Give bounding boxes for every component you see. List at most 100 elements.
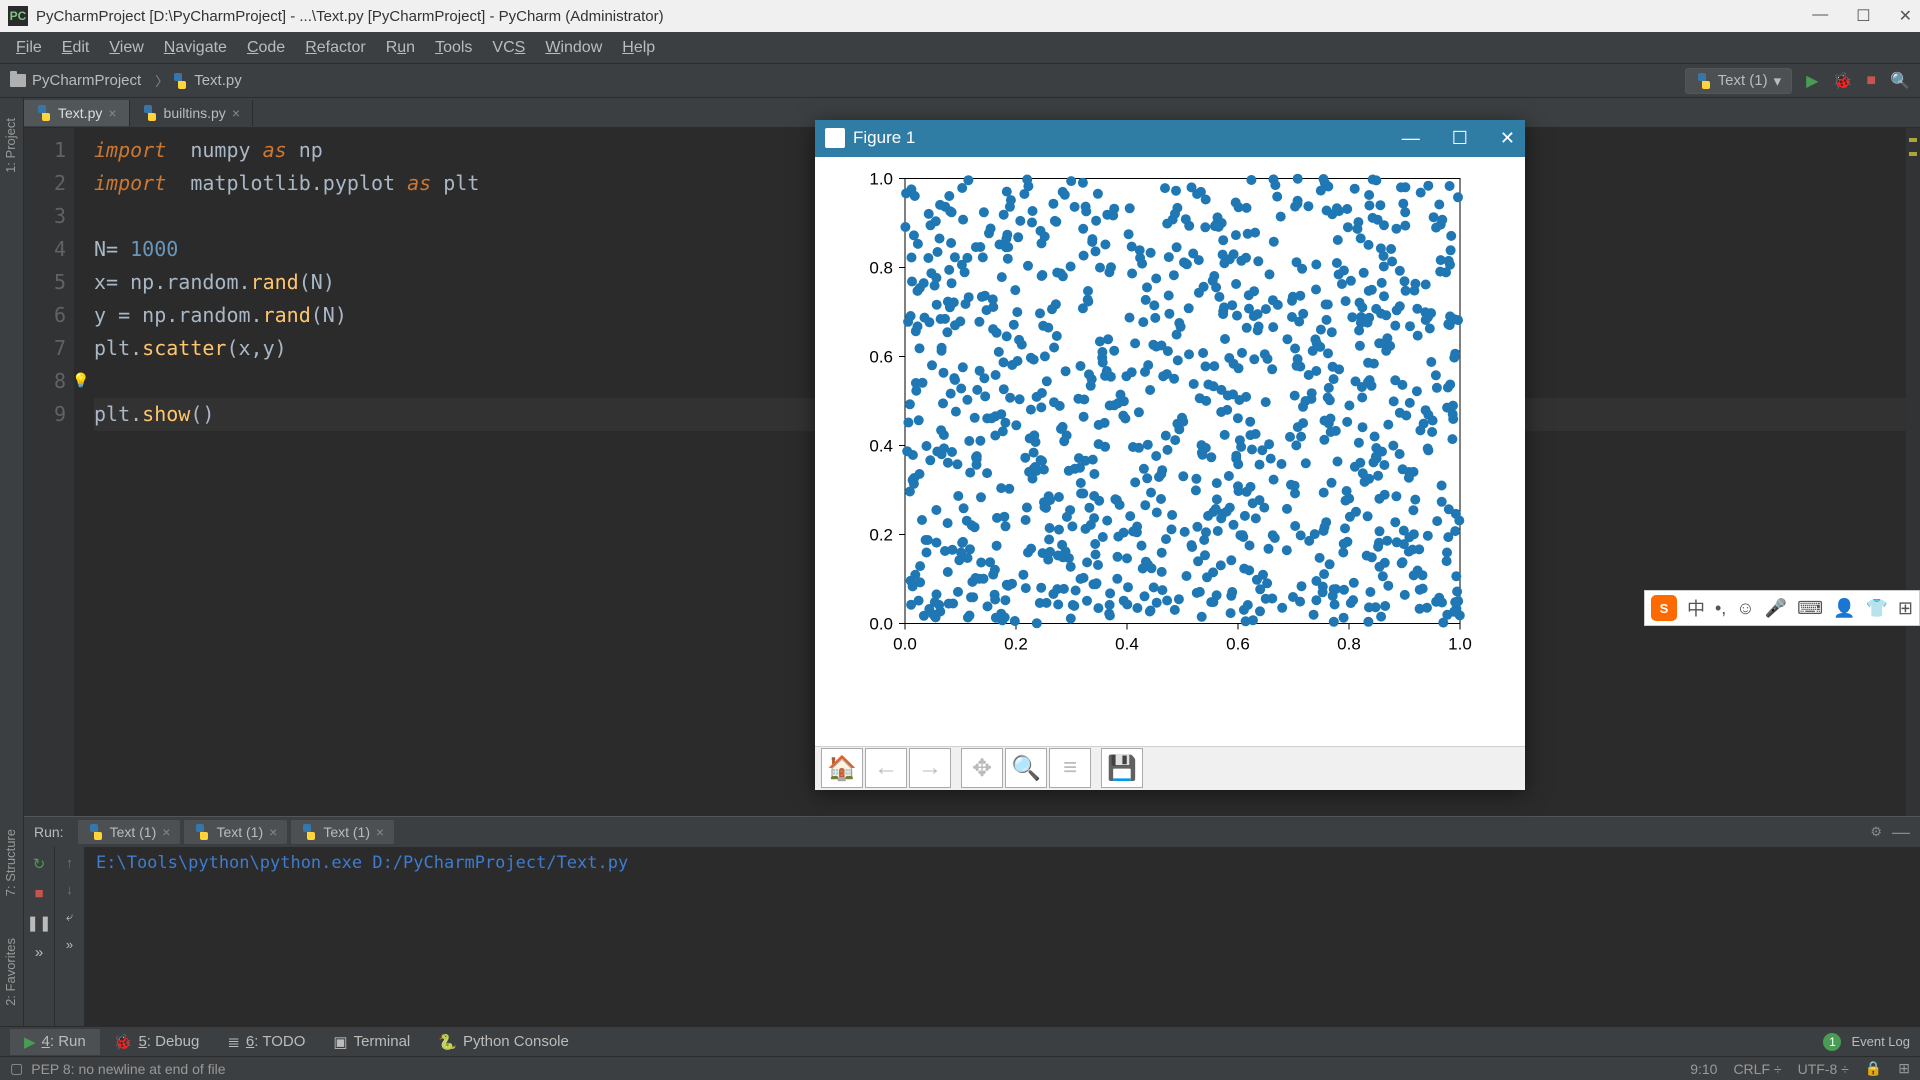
editor-tab-text[interactable]: Text.py × <box>24 100 130 126</box>
menu-help[interactable]: Help <box>612 35 665 61</box>
pan-button[interactable]: ✥ <box>961 748 1003 788</box>
ime-toolbar[interactable]: S 中 •, ☺ 🎤 ⌨ 👤 👕 ⊞ <box>1644 590 1920 626</box>
svg-text:1.0: 1.0 <box>1448 634 1472 653</box>
intention-bulb-icon[interactable]: 💡 <box>72 365 89 398</box>
configure-subplots-button[interactable]: ≡ <box>1049 748 1091 788</box>
close-icon[interactable]: × <box>232 105 240 121</box>
layout-icon[interactable]: ⊞ <box>1898 1060 1910 1077</box>
scatter-plot: 0.00.20.40.60.81.0 0.00.20.40.60.81.0 <box>815 157 1525 746</box>
figure-minimize-button[interactable]: — <box>1402 128 1420 149</box>
close-icon[interactable]: × <box>108 105 116 121</box>
stop-button[interactable]: ■ <box>34 885 43 902</box>
svg-text:0.8: 0.8 <box>1337 634 1361 653</box>
svg-text:0.4: 0.4 <box>1115 634 1139 653</box>
menu-window[interactable]: Window <box>535 35 612 61</box>
editor-tab-builtins[interactable]: builtins.py × <box>130 100 253 126</box>
ime-emoji-button[interactable]: ☺ <box>1736 598 1754 619</box>
sidetab-project[interactable]: 1: Project <box>0 108 21 183</box>
ime-punct-toggle[interactable]: •, <box>1715 598 1726 619</box>
sidetab-structure[interactable]: 7: Structure <box>0 819 21 906</box>
notification-badge[interactable]: 1 <box>1823 1033 1841 1051</box>
figure-maximize-button[interactable]: ☐ <box>1452 128 1468 149</box>
zoom-button[interactable]: 🔍 <box>1005 748 1047 788</box>
pause-button[interactable]: ❚❚ <box>26 914 51 932</box>
status-hint-icon: ▢ <box>10 1060 23 1077</box>
run-tab-0[interactable]: Text (1)× <box>78 820 181 844</box>
breadcrumb-project[interactable]: PyCharmProject <box>10 72 141 89</box>
back-button[interactable]: ← <box>865 748 907 788</box>
soft-wrap-icon[interactable]: ⤶ <box>66 909 73 925</box>
down-arrow-icon[interactable]: ↓ <box>66 882 73 897</box>
svg-text:0.6: 0.6 <box>1226 634 1250 653</box>
ime-toolbox-button[interactable]: ⊞ <box>1898 598 1913 619</box>
search-button[interactable]: 🔍 <box>1890 71 1910 91</box>
figure-window[interactable]: Figure 1 — ☐ ✕ 0.00.20.40.60.81.0 0.00.2… <box>815 120 1525 790</box>
run-configuration-selector[interactable]: Text (1) ▾ <box>1685 68 1793 94</box>
rerun-button[interactable]: ↻ <box>33 855 46 873</box>
tool-run[interactable]: ▶4: Run <box>10 1029 100 1055</box>
sogou-icon[interactable]: S <box>1651 595 1677 621</box>
tab-label: builtins.py <box>164 105 226 121</box>
menu-view[interactable]: View <box>99 35 153 61</box>
close-icon[interactable]: × <box>376 824 384 840</box>
event-log-button[interactable]: Event Log <box>1851 1034 1910 1049</box>
more-button[interactable]: » <box>66 937 73 952</box>
minimize-button[interactable]: — <box>1812 6 1828 26</box>
python-file-icon <box>194 824 210 840</box>
status-cursor[interactable]: 9:10 <box>1690 1061 1717 1077</box>
close-icon[interactable]: × <box>162 824 170 840</box>
figure-titlebar[interactable]: Figure 1 — ☐ ✕ <box>815 120 1525 157</box>
run-output[interactable]: E:\Tools\python\python.exe D:/PyCharmPro… <box>84 847 1920 1026</box>
menu-tools[interactable]: Tools <box>425 35 482 61</box>
svg-text:0.0: 0.0 <box>869 614 893 633</box>
status-line-separator[interactable]: CRLF ÷ <box>1733 1061 1781 1077</box>
run-tab-2[interactable]: Text (1)× <box>291 820 394 844</box>
stop-button[interactable]: ■ <box>1866 72 1876 90</box>
tool-debug[interactable]: 🐞5: Debug <box>100 1029 214 1055</box>
ime-lang-toggle[interactable]: 中 <box>1687 595 1705 621</box>
chevron-right-icon: 〉 <box>155 71 168 90</box>
up-arrow-icon[interactable]: ↑ <box>66 855 73 870</box>
pycharm-icon: PC <box>8 6 28 26</box>
nav-bar: PyCharmProject 〉 Text.py Text (1) ▾ ▶ 🐞 … <box>0 64 1920 98</box>
figure-close-button[interactable]: ✕ <box>1500 128 1515 149</box>
menu-file[interactable]: File <box>6 35 52 61</box>
figure-plot-area[interactable]: 0.00.20.40.60.81.0 0.00.20.40.60.81.0 <box>815 157 1525 746</box>
menu-edit[interactable]: Edit <box>52 35 100 61</box>
menu-run[interactable]: Run <box>376 35 425 61</box>
menu-code[interactable]: Code <box>237 35 295 61</box>
tool-terminal[interactable]: ▣Terminal <box>319 1029 424 1055</box>
editor-scroll-marks <box>1906 128 1920 816</box>
menu-navigate[interactable]: Navigate <box>154 35 237 61</box>
ime-keyboard-button[interactable]: ⌨ <box>1797 598 1823 619</box>
ime-voice-button[interactable]: 🎤 <box>1765 598 1787 619</box>
figure-toolbar: 🏠 ← → ✥ 🔍 ≡ 💾 <box>815 746 1525 790</box>
run-button[interactable]: ▶ <box>1806 71 1818 91</box>
lock-icon[interactable]: 🔒 <box>1865 1060 1882 1077</box>
hide-icon[interactable]: — <box>1892 822 1910 843</box>
run-tab-1[interactable]: Text (1)× <box>184 820 287 844</box>
more-button[interactable]: » <box>35 944 43 961</box>
maximize-button[interactable]: ☐ <box>1856 6 1870 26</box>
debug-button[interactable]: 🐞 <box>1832 71 1852 91</box>
close-button[interactable]: ✕ <box>1899 6 1912 26</box>
menu-vcs[interactable]: VCS <box>482 35 535 61</box>
svg-text:0.8: 0.8 <box>869 258 893 277</box>
sidetab-favorites[interactable]: 2: Favorites <box>0 928 21 1016</box>
run-tool-window: Run: Text (1)× Text (1)× Text (1)× ⚙ — ↻… <box>24 816 1920 1026</box>
left-tool-strip: 1: Project 7: Structure 2: Favorites <box>0 98 24 1026</box>
close-icon[interactable]: × <box>269 824 277 840</box>
save-button[interactable]: 💾 <box>1101 748 1143 788</box>
breadcrumb-file[interactable]: Text.py <box>172 72 242 89</box>
ime-skin-button[interactable]: 👕 <box>1865 598 1887 619</box>
tool-python-console[interactable]: 🐍Python Console <box>424 1029 583 1055</box>
gear-icon[interactable]: ⚙ <box>1870 824 1882 840</box>
status-encoding[interactable]: UTF-8 ÷ <box>1798 1061 1849 1077</box>
folder-icon <box>10 74 26 87</box>
tool-todo[interactable]: ≣6: TODO <box>213 1029 319 1055</box>
home-button[interactable]: 🏠 <box>821 748 863 788</box>
svg-text:0.0: 0.0 <box>893 634 917 653</box>
ime-user-button[interactable]: 👤 <box>1833 598 1855 619</box>
forward-button[interactable]: → <box>909 748 951 788</box>
menu-refactor[interactable]: Refactor <box>295 35 375 61</box>
